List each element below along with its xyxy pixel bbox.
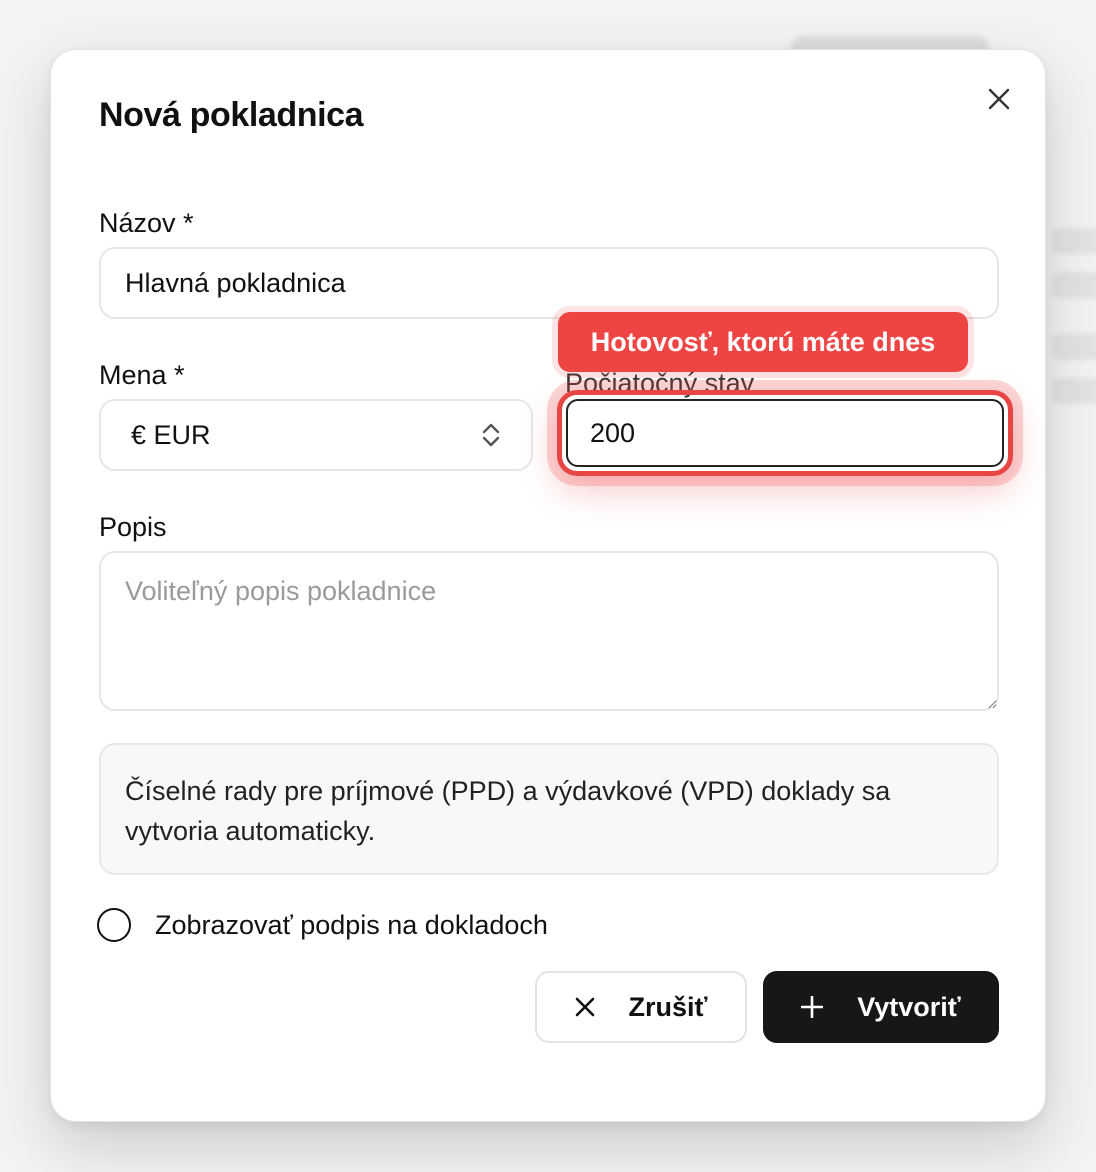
- cancel-button[interactable]: Zrušiť: [535, 971, 747, 1043]
- show-signature-label: Zobrazovať podpis na dokladoch: [155, 909, 548, 940]
- background-blurred-text: [1052, 228, 1096, 254]
- description-textarea[interactable]: [99, 551, 999, 711]
- currency-select[interactable]: € EUR: [99, 399, 533, 471]
- close-icon: [575, 997, 595, 1017]
- show-signature-option[interactable]: Zobrazovať podpis na dokladoch: [97, 904, 548, 946]
- background-blurred-text: [1052, 378, 1096, 404]
- dialog-close-button[interactable]: [983, 80, 1015, 118]
- opening-balance-highlight: [557, 390, 1013, 476]
- name-label: Názov *: [99, 208, 194, 238]
- background-blurred-text: [1052, 334, 1096, 360]
- cancel-button-label: Zrušiť: [628, 991, 708, 1022]
- info-box: Číselné rady pre príjmové (PPD) a výdavk…: [99, 743, 999, 875]
- close-icon: [988, 88, 1010, 110]
- new-cash-register-dialog: Nová pokladnica Názov * Mena * € EUR Poč…: [50, 49, 1046, 1122]
- currency-label: Mena *: [99, 360, 185, 390]
- chevron-up-down-icon: [481, 421, 501, 449]
- create-button-label: Vytvoriť: [857, 991, 961, 1022]
- name-input[interactable]: [99, 247, 999, 319]
- show-signature-radio[interactable]: [97, 908, 131, 942]
- dialog-title: Nová pokladnica: [99, 96, 364, 134]
- background-blurred-text: [1052, 272, 1096, 298]
- currency-select-value: € EUR: [131, 419, 211, 450]
- opening-balance-tooltip: Hotovosť, ktorú máte dnes: [558, 312, 968, 372]
- plus-icon: [801, 996, 824, 1018]
- opening-balance-input[interactable]: [566, 399, 1004, 467]
- description-label: Popis: [99, 512, 167, 542]
- create-button[interactable]: Vytvoriť: [763, 971, 999, 1043]
